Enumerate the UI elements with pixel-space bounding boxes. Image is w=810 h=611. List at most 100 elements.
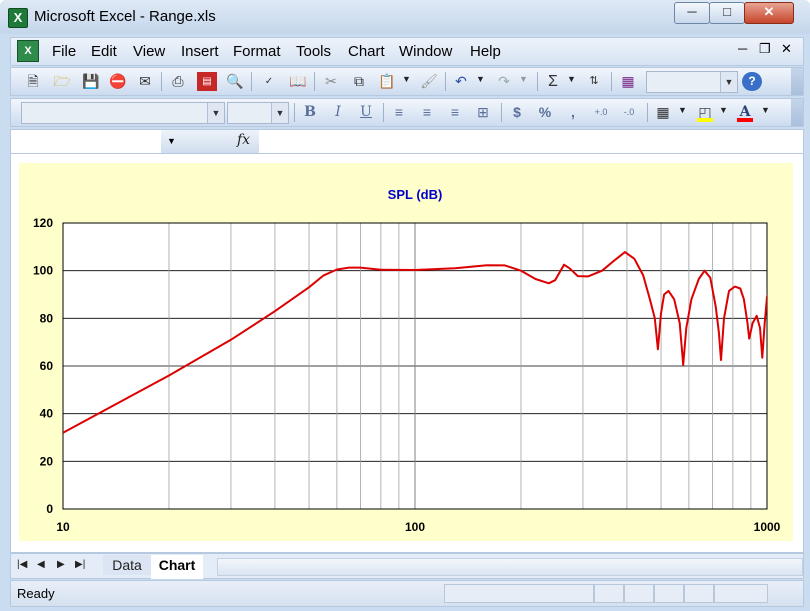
open-button[interactable]: 🗁 — [52, 72, 72, 91]
save-button[interactable]: 💾 — [81, 72, 101, 91]
chart-title: SPL (dB) — [388, 187, 443, 202]
fill-color-swatch — [697, 118, 713, 122]
paste-icon: 📋 — [378, 73, 396, 89]
menu-file[interactable]: File — [52, 43, 76, 60]
print-button[interactable]: ⎙ — [168, 72, 188, 91]
borders-dropdown[interactable]: ▼ — [678, 105, 687, 115]
permission-button[interactable]: ⛔ — [108, 72, 128, 91]
menu-window[interactable]: Window — [399, 43, 452, 60]
close-button[interactable]: ✕ — [744, 2, 794, 24]
standard-toolbar: 🗎 🗁 💾 ⛔ ✉ ⎙ ▤ 🔍 ✓ 📖 ✂ ⧉ 📋 ▼ 🖌 ↶ ▼ ↷ ▼ Σ … — [10, 67, 804, 96]
merge-center-button[interactable]: ⊞ — [473, 103, 493, 122]
new-icon: 🗎 — [27, 73, 39, 89]
increase-decimal-button[interactable]: +.0 — [591, 103, 611, 122]
print-preview-icon: 🔍 — [226, 73, 244, 89]
currency-button[interactable]: $ — [507, 103, 527, 122]
menu-tools[interactable]: Tools — [296, 43, 331, 60]
doc-close-button[interactable]: ✕ — [781, 41, 792, 57]
toolbar-options-icon[interactable] — [791, 68, 803, 95]
name-box[interactable] — [11, 130, 162, 151]
font-color-button[interactable]: A — [735, 103, 755, 122]
autosum-button[interactable]: Σ — [543, 72, 563, 91]
research-button[interactable]: ▤ — [197, 72, 217, 91]
paste-button[interactable]: 📋 — [377, 72, 397, 91]
percent-button[interactable]: % — [535, 103, 555, 122]
last-sheet-button[interactable]: ▶| — [75, 559, 85, 570]
tab-data[interactable]: Data — [103, 555, 151, 575]
minimize-button[interactable]: ─ — [674, 2, 710, 24]
menu-format[interactable]: Format — [233, 43, 281, 60]
fill-color-button[interactable]: ◰ — [695, 103, 715, 122]
menu-insert[interactable]: Insert — [181, 43, 219, 60]
new-button[interactable]: 🗎 — [23, 72, 43, 91]
title-bar[interactable]: X Microsoft Excel - Range.xls ─ □ ✕ — [0, 0, 810, 34]
toolbar-separator — [161, 72, 162, 91]
align-left-button[interactable]: ≡ — [389, 103, 409, 122]
x-tick-label: 1000 — [754, 520, 781, 534]
menu-help[interactable]: Help — [470, 43, 501, 60]
menu-view[interactable]: View — [133, 43, 165, 60]
align-right-button[interactable]: ≡ — [445, 103, 465, 122]
undo-dropdown[interactable]: ▼ — [476, 74, 485, 84]
prev-sheet-icon: ◀ — [37, 559, 45, 570]
horizontal-scrollbar[interactable] — [217, 558, 803, 576]
excel-app-icon[interactable]: X — [8, 8, 28, 28]
decrease-decimal-button[interactable]: -.0 — [619, 103, 639, 122]
spelling-button[interactable]: ✓ — [259, 72, 279, 91]
prev-sheet-button[interactable]: ◀ — [37, 559, 45, 570]
workbook-icon[interactable]: X — [17, 40, 39, 62]
fill-color-dropdown[interactable]: ▼ — [719, 105, 728, 115]
doc-restore-button[interactable]: ❐ — [759, 41, 771, 57]
undo-button[interactable]: ↶ — [451, 72, 471, 91]
status-cell — [714, 584, 768, 603]
tab-chart[interactable]: Chart — [151, 555, 203, 579]
toolbar-separator — [501, 103, 502, 122]
cut-button[interactable]: ✂ — [321, 72, 341, 91]
cut-icon: ✂ — [325, 73, 337, 89]
zoom-combo[interactable]: ▼ — [646, 71, 738, 93]
toolbar-separator — [251, 72, 252, 91]
align-left-icon: ≡ — [394, 104, 404, 120]
next-sheet-button[interactable]: ▶ — [57, 559, 65, 570]
sort-ascending-icon: ⇅ — [589, 75, 599, 87]
italic-button[interactable]: I — [328, 103, 348, 122]
autosum-dropdown[interactable]: ▼ — [567, 74, 576, 84]
underline-button[interactable]: U — [356, 103, 376, 122]
toolbar-options-icon[interactable] — [791, 99, 803, 126]
print-preview-button[interactable]: 🔍 — [225, 72, 245, 91]
research-book-button[interactable]: 📖 — [288, 72, 308, 91]
status-cell — [624, 584, 654, 603]
help-button[interactable]: ? — [742, 72, 762, 91]
insert-function-button[interactable]: fx — [237, 132, 250, 148]
menu-chart[interactable]: Chart — [348, 43, 385, 60]
minimize-icon: ─ — [738, 41, 748, 56]
doc-minimize-button[interactable]: ─ — [738, 41, 747, 56]
y-tick-label: 20 — [40, 454, 54, 468]
font-size-combo[interactable]: ▼ — [227, 102, 289, 124]
redo-button[interactable]: ↷ — [494, 72, 514, 91]
first-sheet-button[interactable]: |◀ — [17, 559, 27, 570]
status-cell — [684, 584, 714, 603]
borders-button[interactable]: ▦ — [653, 103, 673, 122]
last-sheet-icon: ▶| — [75, 559, 86, 570]
y-tick-label: 40 — [40, 407, 54, 421]
bold-button[interactable]: B — [300, 103, 320, 122]
redo-dropdown[interactable]: ▼ — [519, 74, 528, 84]
comma-button[interactable]: , — [563, 103, 583, 122]
formula-input[interactable] — [257, 133, 797, 150]
permission-icon: ⛔ — [109, 73, 127, 89]
font-color-dropdown[interactable]: ▼ — [761, 105, 770, 115]
menu-edit[interactable]: Edit — [91, 43, 117, 60]
chart-wizard-button[interactable]: ▦ — [618, 72, 638, 91]
copy-button[interactable]: ⧉ — [349, 72, 369, 91]
sort-ascending-button[interactable]: ⇅ — [584, 72, 604, 91]
first-sheet-icon: |◀ — [17, 559, 28, 570]
maximize-button[interactable]: □ — [709, 2, 745, 24]
align-center-button[interactable]: ≡ — [417, 103, 437, 122]
email-button[interactable]: ✉ — [135, 72, 155, 91]
spl-chart[interactable]: 0 20 40 60 80 100 120 10 100 1000 SPL (dB) — [19, 163, 793, 541]
paste-dropdown[interactable]: ▼ — [402, 74, 411, 84]
font-name-combo[interactable]: ▼ — [21, 102, 225, 124]
format-painter-button[interactable]: 🖌 — [419, 72, 439, 91]
chart-area[interactable]: 0 20 40 60 80 100 120 10 100 1000 SPL (dB) — [19, 163, 793, 541]
